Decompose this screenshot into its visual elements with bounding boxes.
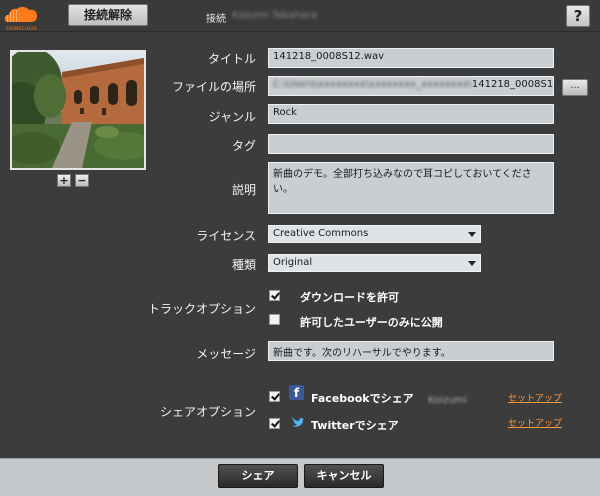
facebook-share-label: Facebookでシェア: [311, 392, 414, 405]
type-select[interactable]: Original: [268, 254, 481, 272]
track-options-label: トラックオプション: [147, 302, 256, 316]
twitter-bird-icon: [290, 414, 305, 429]
genre-input[interactable]: Rock: [268, 104, 554, 124]
twitter-share-checkbox[interactable]: [269, 418, 280, 429]
file-location-label: ファイルの場所: [171, 80, 256, 94]
license-value: Creative Commons: [273, 228, 369, 239]
license-label: ライセンス: [196, 229, 256, 243]
file-location-path: C:\Users\xxxxxxxx\xxxxxxxx_xxxxxxxx\: [273, 79, 472, 90]
facebook-setup-link[interactable]: セットアップ: [508, 391, 562, 404]
type-value: Original: [273, 257, 313, 268]
top-bar: SOUNDCLOUD 接続解除 接続 Kazumi Takahara ?: [0, 0, 600, 32]
facebook-share-checkbox[interactable]: [269, 391, 280, 402]
file-location-filename: 141218_0008S12.wav: [471, 79, 554, 90]
license-select[interactable]: Creative Commons: [268, 225, 481, 243]
soundcloud-logo: SOUNDCLOUD: [4, 4, 38, 31]
allow-download-checkbox[interactable]: [269, 290, 280, 301]
cancel-button[interactable]: キャンセル: [304, 464, 384, 488]
genre-label: ジャンル: [208, 110, 256, 124]
file-location-input[interactable]: C:\Users\xxxxxxxx\xxxxxxxx_xxxxxxxx\1412…: [268, 76, 554, 96]
title-input[interactable]: 141218_0008S12.wav: [268, 48, 554, 68]
connection-label: 接続: [206, 14, 226, 25]
type-label: 種類: [231, 258, 256, 272]
chevron-down-icon: [468, 261, 476, 266]
share-button[interactable]: シェア: [218, 464, 298, 488]
tags-label: タグ: [231, 139, 256, 153]
message-input[interactable]: 新曲です。次のリハーサルでやります。: [268, 341, 554, 361]
bottom-bar: [0, 458, 600, 496]
tags-input[interactable]: [268, 134, 554, 154]
title-label: タイトル: [207, 52, 256, 66]
artwork-photo: [12, 52, 144, 168]
logo-text: SOUNDCLOUD: [6, 26, 37, 31]
allow-download-label: ダウンロードを許可: [300, 291, 399, 304]
zoom-in-button[interactable]: +: [57, 174, 71, 187]
share-options-label: シェアオプション: [159, 405, 256, 419]
private-only-label: 許可したユーザーのみに公開: [300, 316, 443, 329]
connected-user-name: Kazumi Takahara: [232, 10, 317, 21]
disconnect-button[interactable]: 接続解除: [68, 4, 148, 26]
facebook-icon: f: [289, 385, 304, 400]
help-button[interactable]: ?: [566, 5, 590, 27]
browse-button[interactable]: ...: [562, 79, 588, 96]
description-label: 説明: [231, 183, 256, 197]
description-textarea[interactable]: 新曲のデモ。全部打ち込みなので耳コピしておいてください。: [268, 162, 554, 214]
zoom-out-button[interactable]: −: [75, 174, 89, 187]
message-label: メッセージ: [196, 347, 256, 361]
chevron-down-icon: [468, 232, 476, 237]
twitter-setup-link[interactable]: セットアップ: [508, 416, 562, 429]
track-artwork-image[interactable]: [10, 50, 146, 170]
private-only-checkbox[interactable]: [269, 314, 280, 325]
twitter-share-label: Twitterでシェア: [311, 419, 399, 432]
facebook-account-name: Koizumi: [428, 395, 468, 406]
